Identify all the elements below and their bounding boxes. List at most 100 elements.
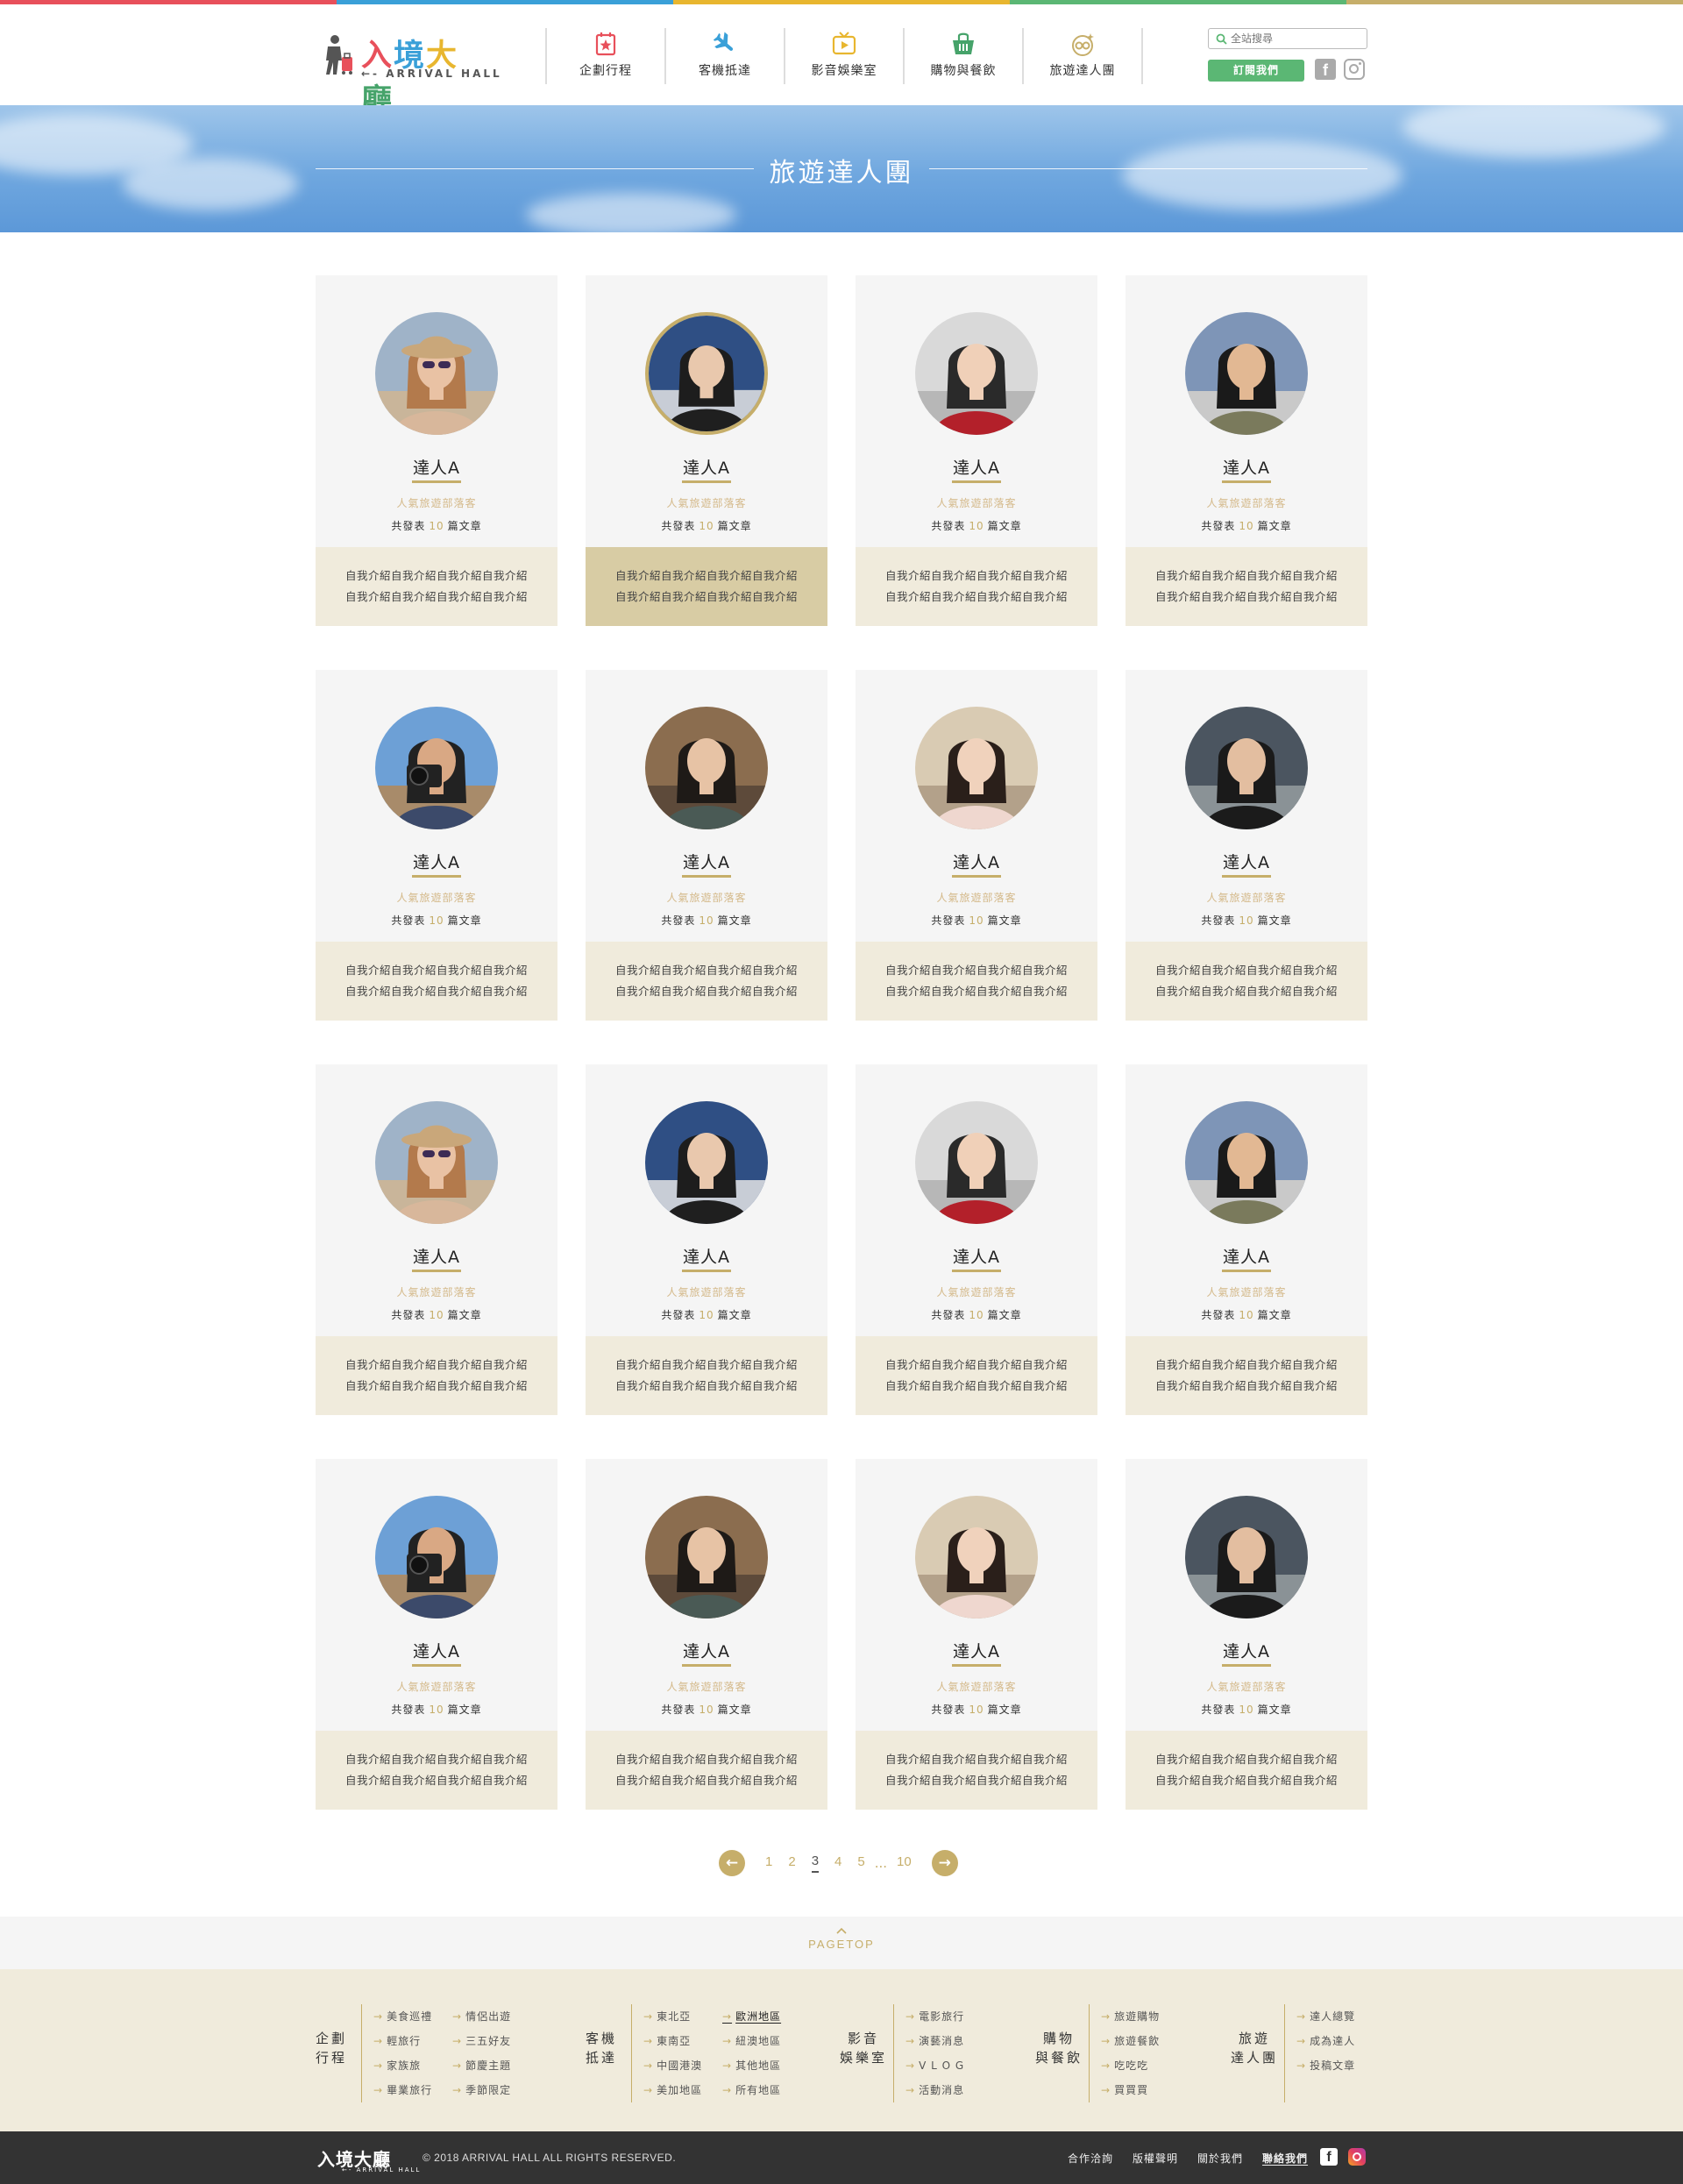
expert-card[interactable]: 達人A 人氣旅遊部落客 共發表 10 篇文章 自我介紹自我介紹自我介紹自我介紹 自我介紹自我… [856, 275, 1097, 626]
intro-line: 自我介紹自我介紹自我介紹自我介紹 [344, 1774, 528, 1787]
expert-card[interactable]: 達人A 人氣旅遊部落客 共發表 10 篇文章 自我介紹自我介紹自我介紹自我介紹 自我介紹自我… [586, 1064, 827, 1415]
page-link-4[interactable]: 4 [834, 1854, 842, 1872]
footer-link[interactable]: → 季節限定 [452, 2078, 511, 2102]
search-input[interactable] [1231, 32, 1362, 45]
count-number: 10 [699, 520, 714, 532]
page-link-5[interactable]: 5 [857, 1854, 864, 1872]
nav-item-travel-experts[interactable]: 旅遊達人團 [1024, 28, 1143, 84]
expert-card[interactable]: 達人A 人氣旅遊部落客 共發表 10 篇文章 自我介紹自我介紹自我介紹自我介紹 自我介紹自我… [856, 1064, 1097, 1415]
page-link-1[interactable]: 1 [765, 1854, 772, 1872]
footer-link[interactable]: → 東北亞 [643, 2004, 702, 2029]
expert-card[interactable]: 達人A 人氣旅遊部落客 共發表 10 篇文章 自我介紹自我介紹自我介紹自我介紹 自我介紹自我… [586, 275, 827, 626]
footer-link[interactable]: → 旅遊購物 [1101, 2004, 1160, 2029]
page-link-last[interactable]: 10 [897, 1854, 912, 1872]
subscribe-button[interactable]: 訂閱我們 [1208, 60, 1304, 82]
instagram-icon[interactable] [1344, 59, 1365, 80]
arrow-right-icon: → [373, 2060, 384, 2072]
arrow-right-icon: → [905, 2084, 916, 2096]
intro-line: 自我介紹自我介紹自我介紹自我介紹 [884, 1753, 1068, 1766]
footer-link-cooperation[interactable]: 合作洽詢 [1068, 2151, 1113, 2166]
count-prefix: 共發表 [931, 520, 966, 532]
nav-item-planned-trips[interactable]: 企劃行程 [547, 28, 666, 84]
footer-title-line: 購物 [1042, 2031, 1075, 2046]
footer-link[interactable]: → 節慶主題 [452, 2053, 511, 2078]
footer-link[interactable]: → 歐洲地區 [722, 2004, 781, 2029]
avatar [915, 1496, 1038, 1618]
article-count: 共發表 10 篇文章 [856, 1307, 1097, 1322]
footer-link[interactable]: → 中國港澳 [643, 2053, 702, 2078]
arrow-left-icon[interactable]: ← [719, 1850, 745, 1876]
nav-item-shopping-dining[interactable]: 購物與餐飲 [905, 28, 1024, 84]
footer-link[interactable]: → 美加地區 [643, 2078, 702, 2102]
expert-card[interactable]: 達人A 人氣旅遊部落客 共發表 10 篇文章 自我介紹自我介紹自我介紹自我介紹 自我介紹自我… [856, 670, 1097, 1021]
expert-role: 人氣旅遊部落客 [1206, 1286, 1287, 1298]
pagetop-button[interactable]: PAGETOP [0, 1917, 1683, 1969]
arrow-right-icon: → [1296, 2035, 1307, 2047]
footer-link-label: 輕旅行 [387, 2035, 422, 2047]
footer-link[interactable]: → V L O G [905, 2053, 964, 2078]
footer-link[interactable]: → 畢業旅行 [373, 2078, 432, 2102]
instagram-icon[interactable] [1348, 2148, 1366, 2166]
footer-link-copyright[interactable]: 版權聲明 [1133, 2151, 1178, 2166]
footer-link[interactable]: → 旅遊餐飲 [1101, 2029, 1160, 2053]
expert-name: 達人A [953, 459, 1000, 478]
footer-link[interactable]: → 買買買 [1101, 2078, 1160, 2102]
expert-card[interactable]: 達人A 人氣旅遊部落客 共發表 10 篇文章 自我介紹自我介紹自我介紹自我介紹 自我介紹自我… [586, 1459, 827, 1810]
count-number: 10 [699, 1704, 714, 1716]
expert-card[interactable]: 達人A 人氣旅遊部落客 共發表 10 篇文章 自我介紹自我介紹自我介紹自我介紹 自我介紹自我… [1126, 1064, 1367, 1415]
arrow-right-icon: → [643, 2084, 654, 2096]
footer-link[interactable]: → 活動消息 [905, 2078, 964, 2102]
name-underline [412, 875, 461, 878]
footer-link[interactable]: → 其他地區 [722, 2053, 781, 2078]
page-link-2[interactable]: 2 [788, 1854, 795, 1872]
footer-link[interactable]: → 輕旅行 [373, 2029, 432, 2053]
expert-card[interactable]: 達人A 人氣旅遊部落客 共發表 10 篇文章 自我介紹自我介紹自我介紹自我介紹 自我介紹自我… [1126, 1459, 1367, 1810]
expert-card[interactable]: 達人A 人氣旅遊部落客 共發表 10 篇文章 自我介紹自我介紹自我介紹自我介紹 自我介紹自我… [316, 1064, 557, 1415]
footer-link[interactable]: → 成為達人 [1296, 2029, 1355, 2053]
expert-card[interactable]: 達人A 人氣旅遊部落客 共發表 10 篇文章 自我介紹自我介紹自我介紹自我介紹 自我介紹自我… [1126, 670, 1367, 1021]
count-suffix: 篇文章 [717, 914, 752, 927]
expert-card[interactable]: 達人A 人氣旅遊部落客 共發表 10 篇文章 自我介紹自我介紹自我介紹自我介紹 自我介紹自我… [1126, 275, 1367, 626]
facebook-icon[interactable]: f [1320, 2148, 1338, 2166]
arrow-right-icon: → [722, 2035, 733, 2047]
chevron-up-icon [836, 1927, 847, 1934]
expert-card[interactable]: 達人A 人氣旅遊部落客 共發表 10 篇文章 自我介紹自我介紹自我介紹自我介紹 自我介紹自我… [316, 1459, 557, 1810]
article-count: 共發表 10 篇文章 [586, 1702, 827, 1717]
expert-card[interactable]: 達人A 人氣旅遊部落客 共發表 10 篇文章 自我介紹自我介紹自我介紹自我介紹 自我介紹自我… [856, 1459, 1097, 1810]
site-search[interactable] [1208, 28, 1367, 49]
footer-link[interactable]: → 美食巡禮 [373, 2004, 432, 2029]
footer-link-contact[interactable]: 聯絡我們 [1262, 2151, 1308, 2166]
nav-item-media-room[interactable]: 影音娛樂室 [785, 28, 905, 84]
footer-link[interactable]: → 情侶出遊 [452, 2004, 511, 2029]
footer-link[interactable]: → 投稿文章 [1296, 2053, 1355, 2078]
footer-link[interactable]: → 電影旅行 [905, 2004, 964, 2029]
count-prefix: 共發表 [1201, 1704, 1236, 1716]
arrow-right-icon[interactable]: → [931, 1850, 958, 1876]
footer-link[interactable]: → 所有地區 [722, 2078, 781, 2102]
count-number: 10 [969, 1704, 984, 1716]
nav-item-arrivals[interactable]: 客機抵達 [666, 28, 785, 84]
expert-card[interactable]: 達人A 人氣旅遊部落客 共發表 10 篇文章 自我介紹自我介紹自我介紹自我介紹 自我介紹自我… [316, 275, 557, 626]
hero-banner: 旅遊達人團 [0, 105, 1683, 232]
footer-title-line: 與餐飲 [1034, 2050, 1083, 2066]
footer-link[interactable]: → 達人總覽 [1296, 2004, 1355, 2029]
footer-link[interactable]: → 家族旅 [373, 2053, 432, 2078]
footer-link-about[interactable]: 關於我們 [1197, 2151, 1243, 2166]
footer-link[interactable]: → 三五好友 [452, 2029, 511, 2053]
footer-link[interactable]: → 紐澳地區 [722, 2029, 781, 2053]
footer-link-label: 紐澳地區 [735, 2035, 782, 2047]
arrow-right-icon: → [1101, 2060, 1111, 2072]
footer-link-label: 成為達人 [1310, 2035, 1356, 2047]
footer-link[interactable]: → 演藝消息 [905, 2029, 964, 2053]
facebook-icon[interactable]: f [1315, 59, 1336, 80]
expert-card[interactable]: 達人A 人氣旅遊部落客 共發表 10 篇文章 自我介紹自我介紹自我介紹自我介紹 自我介紹自我… [316, 670, 557, 1021]
site-logo[interactable]: 入境大廳 ←- ARRIVAL HALL [316, 29, 500, 118]
footer-column-title: 購物 與餐飲 [1033, 2029, 1085, 2067]
footer-link[interactable]: → 吃吃吃 [1101, 2053, 1160, 2078]
expert-card[interactable]: 達人A 人氣旅遊部落客 共發表 10 篇文章 自我介紹自我介紹自我介紹自我介紹 自我介紹自我… [586, 670, 827, 1021]
arrow-right-icon: → [452, 2060, 463, 2072]
avatar [915, 707, 1038, 829]
page-link-3-current[interactable]: 3 [811, 1853, 820, 1873]
expert-intro: 自我介紹自我介紹自我介紹自我介紹 自我介紹自我介紹自我介紹自我介紹 [316, 942, 557, 1021]
footer-link[interactable]: → 東南亞 [643, 2029, 702, 2053]
